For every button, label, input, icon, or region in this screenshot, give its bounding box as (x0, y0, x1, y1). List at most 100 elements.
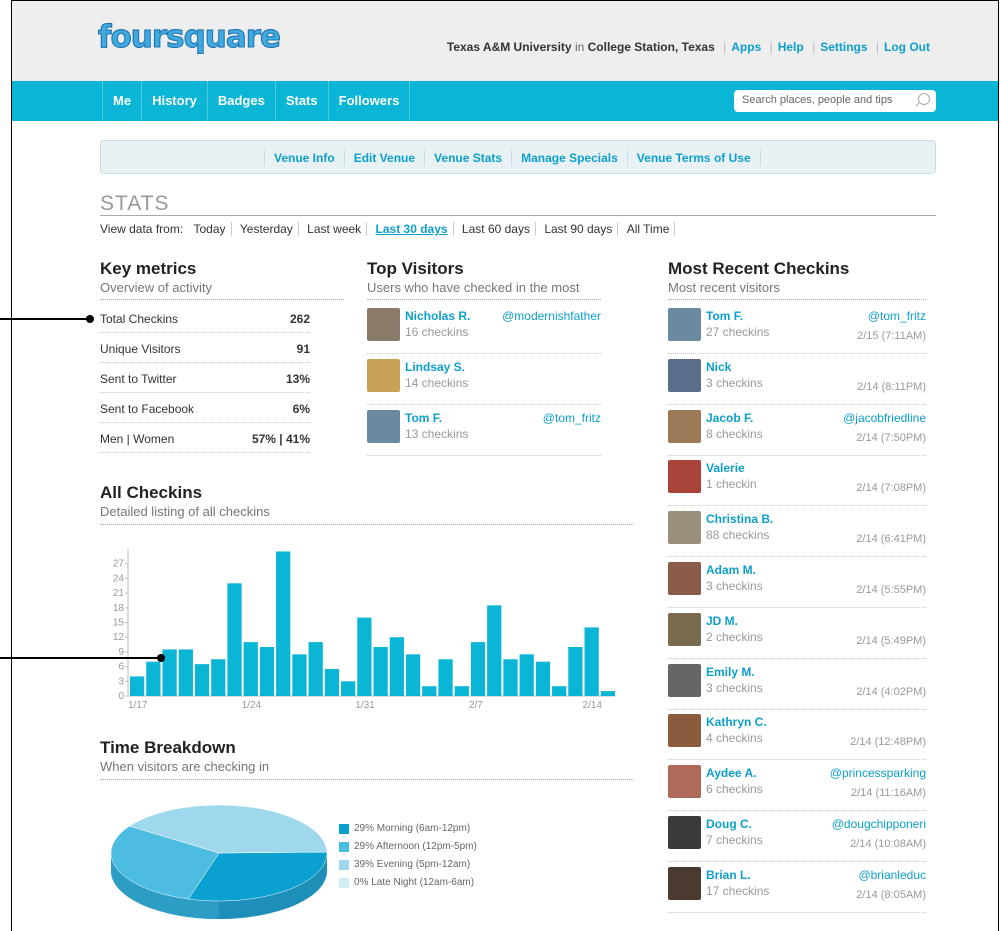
avatar[interactable] (668, 765, 701, 799)
visitor-handle[interactable]: @modernishfather (502, 309, 601, 323)
x-tick-label: 1/31 (355, 700, 375, 711)
checkin-name[interactable]: Tom F. (706, 309, 743, 323)
recent-checkin-row[interactable]: JD M. 2 checkins 2/14 (5:49PM) (668, 608, 926, 659)
checkin-name[interactable]: Christina B. (706, 512, 773, 526)
recent-checkin-row[interactable]: Tom F. 27 checkins @tom_fritz 2/15 (7:11AM) (668, 303, 926, 354)
range-last-90-days[interactable]: Last 90 days (539, 222, 619, 236)
nav-item-badges[interactable]: Badges (206, 81, 275, 121)
recent-checkin-row[interactable]: Adam M. 3 checkins 2/14 (5:55PM) (668, 557, 926, 608)
visitor-name[interactable]: Tom F. (405, 411, 442, 425)
avatar[interactable] (668, 714, 701, 748)
view-data-label: View data from: (100, 222, 184, 236)
bar (584, 627, 599, 696)
checkin-handle[interactable]: @princessparking (830, 766, 926, 780)
checkin-name[interactable]: Adam M. (706, 563, 756, 577)
subnav-edit-venue[interactable]: Edit Venue (345, 150, 426, 166)
checkin-time: 2/14 (5:55PM) (856, 584, 926, 596)
checkin-name[interactable]: JD M. (706, 614, 738, 628)
title-divider (100, 215, 936, 216)
avatar[interactable] (668, 562, 701, 595)
range-today[interactable]: Today (188, 222, 232, 236)
search-icon[interactable] (918, 93, 930, 105)
avatar[interactable] (668, 409, 701, 443)
apps-link[interactable]: Apps (731, 40, 761, 54)
range-last-30-days[interactable]: Last 30 days (370, 222, 454, 236)
search-input[interactable]: Search places, people and tips (734, 90, 936, 112)
avatar[interactable] (668, 816, 701, 849)
recent-checkin-row[interactable]: Christina B. 88 checkins 2/14 (6:41PM) (668, 506, 926, 558)
bar (341, 681, 356, 696)
range-last-60-days[interactable]: Last 60 days (456, 222, 536, 236)
nav-item-history[interactable]: History (141, 81, 207, 121)
subnav-venue-terms[interactable]: Venue Terms of Use (628, 150, 761, 166)
logout-link[interactable]: Log Out (884, 40, 930, 54)
range-yesterday[interactable]: Yesterday (234, 222, 299, 236)
checkin-count: 8 checkins (706, 426, 763, 441)
avatar[interactable] (367, 410, 400, 443)
checkin-name[interactable]: Valerie (706, 461, 745, 475)
visitor-name[interactable]: Nicholas R. (405, 309, 470, 323)
checkin-time: 2/14 (7:50PM) (856, 431, 926, 444)
bar (600, 691, 615, 696)
avatar[interactable] (668, 358, 701, 392)
checkin-name[interactable]: Nick (706, 360, 731, 374)
search-placeholder: Search places, people and tips (742, 94, 893, 106)
avatar[interactable] (668, 511, 701, 545)
checkin-name[interactable]: Doug C. (706, 817, 752, 831)
metric-total-checkins: Total Checkins 262 (100, 303, 310, 333)
avatar[interactable] (668, 663, 701, 697)
avatar[interactable] (668, 460, 701, 494)
checkin-name[interactable]: Kathryn C. (706, 715, 767, 729)
avatar[interactable] (668, 866, 701, 900)
legend-swatch (339, 878, 349, 888)
subnav-manage-specials[interactable]: Manage Specials (512, 150, 628, 166)
visitor-name[interactable]: Lindsay S. (405, 360, 465, 374)
recent-checkin-row[interactable]: Aydee A. 6 checkins @princessparking 2/14 (… (668, 760, 926, 812)
checkin-name[interactable]: Brian L. (706, 868, 751, 882)
metric-label: Sent to Twitter (100, 372, 177, 386)
top-visitors-title: Top Visitors (367, 259, 464, 278)
avatar[interactable] (668, 612, 701, 646)
subnav-venue-info[interactable]: Venue Info (264, 150, 345, 166)
avatar[interactable] (367, 308, 400, 341)
checkin-count: 1 checkin (706, 477, 757, 492)
metric-value: 57% | 41% (251, 432, 310, 446)
nav-item-stats[interactable]: Stats (274, 81, 328, 121)
recent-checkin-row[interactable]: Doug C. 7 checkins @dougchipponeri 2/14 (10… (668, 811, 926, 862)
range-all-time[interactable]: All Time (621, 222, 676, 236)
bar (373, 647, 388, 696)
recent-checkin-row[interactable]: Brian L. 17 checkins @brianleduc 2/14 (8:05… (668, 862, 926, 913)
range-last-week[interactable]: Last week (302, 222, 368, 236)
settings-link[interactable]: Settings (820, 40, 867, 54)
recent-checkin-row[interactable]: Nick 3 checkins 2/14 (8:11PM) (668, 354, 926, 405)
x-tick-label: 1/24 (242, 700, 262, 711)
top-visitor-row[interactable]: Lindsay S. 14 checkins (367, 354, 601, 405)
top-visitor-row[interactable]: Tom F. 13 checkins @tom_fritz (367, 405, 601, 456)
recent-checkin-row[interactable]: Kathryn C. 4 checkins 2/14 (12:48PM) (668, 709, 926, 761)
checkin-name[interactable]: Jacob F. (706, 411, 753, 425)
nav-item-followers[interactable]: Followers (327, 81, 411, 121)
subnav-venue-stats[interactable]: Venue Stats (425, 150, 513, 166)
top-visitors-subtitle: Users who have checked in the most (367, 280, 580, 295)
foursquare-logo[interactable]: foursquare (97, 19, 281, 56)
recent-checkin-row[interactable]: Emily M. 3 checkins 2/14 (4:02PM) (668, 659, 926, 710)
checkin-handle[interactable]: @brianleduc (858, 868, 926, 882)
checkin-name[interactable]: Emily M. (706, 665, 755, 679)
checkin-time: 2/14 (6:41PM) (856, 533, 926, 546)
recent-checkin-row[interactable]: Valerie 1 checkin 2/14 (7:08PM) (668, 455, 926, 507)
checkin-name[interactable]: Aydee A. (706, 766, 756, 780)
checkin-handle[interactable]: @tom_fritz (868, 309, 926, 323)
bar (519, 654, 534, 696)
recent-checkin-row[interactable]: Jacob F. 8 checkins @jacobfriedline 2/14 (7… (668, 405, 926, 456)
avatar[interactable] (367, 359, 400, 392)
callout-dot-metrics (86, 315, 94, 323)
top-visitor-row[interactable]: Nicholas R. 16 checkins @modernishfather (367, 303, 601, 354)
nav-item-me[interactable]: Me (102, 81, 141, 121)
metric-label: Sent to Facebook (100, 402, 195, 416)
legend-swatch (339, 842, 349, 852)
help-link[interactable]: Help (778, 40, 804, 54)
visitor-handle[interactable]: @tom_fritz (543, 411, 601, 425)
checkin-handle[interactable]: @dougchipponeri (832, 817, 926, 831)
checkin-handle[interactable]: @jacobfriedline (843, 411, 926, 425)
avatar[interactable] (668, 308, 701, 341)
